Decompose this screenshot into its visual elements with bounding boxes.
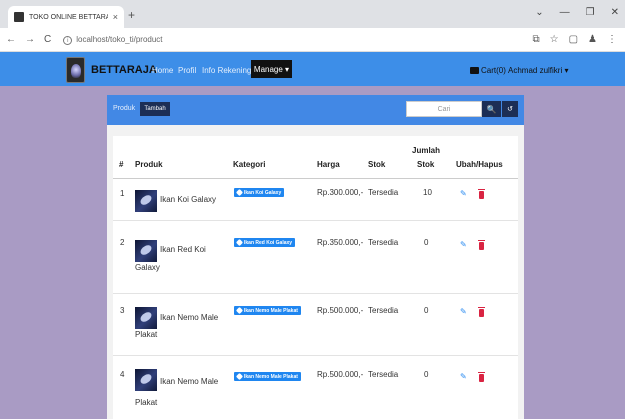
tag-icon (235, 188, 244, 197)
category-badge: Ikan Koi Galaxy (234, 188, 285, 197)
header-product: Produk (135, 160, 163, 169)
product-price: Rp.500.000,- (317, 370, 364, 379)
product-price: Rp.300.000,- (317, 188, 364, 197)
product-name: Ikan Nemo Male (160, 313, 219, 322)
browser-menu-icon[interactable]: ⋮ (607, 34, 617, 45)
user-dropdown[interactable]: Achmad zulfikri ▾ (508, 66, 568, 75)
brand-logo[interactable] (66, 57, 85, 83)
edit-icon[interactable]: ✎ (460, 190, 468, 198)
product-name: Ikan Nemo Male (160, 377, 219, 386)
reset-icon[interactable]: ↺ (502, 101, 518, 117)
header-actions: Ubah/Hapus (456, 160, 503, 169)
stock-status: Tersedia (368, 306, 399, 315)
header-stock-count-line2: Stok (417, 160, 435, 169)
product-name: Ikan Red Koi (160, 245, 206, 254)
product-thumbnail (135, 190, 157, 212)
window-controls: ⌄ — ❐ ✕ (535, 7, 619, 18)
row-number: 1 (120, 189, 125, 198)
row-divider (113, 355, 518, 356)
tab-close-icon[interactable]: × (113, 12, 118, 22)
new-tab-button[interactable]: + (128, 8, 135, 22)
category-label: Ikan Koi Galaxy (244, 189, 282, 196)
row-number: 4 (120, 370, 125, 379)
favicon-icon (14, 12, 24, 22)
site-info-icon[interactable]: i (63, 35, 73, 45)
nav-profil[interactable]: Profil (178, 66, 196, 75)
tab-title: TOKO ONLINE BETTARAJA (29, 13, 108, 21)
reload-icon[interactable]: C (44, 34, 51, 45)
url-text: localhost/toko_ti/product (76, 34, 163, 44)
forward-icon[interactable]: → (25, 34, 35, 45)
share-icon[interactable]: ⧉ (532, 34, 539, 45)
search-icon[interactable]: 🔍 (482, 101, 501, 117)
category-label: Ikan Nemo Male Plakat (244, 307, 298, 314)
url-field[interactable]: i localhost/toko_ti/product (63, 34, 163, 45)
cart-icon (470, 67, 479, 74)
header-no: # (119, 160, 124, 169)
search-input[interactable]: Cari (406, 101, 482, 117)
edit-icon[interactable]: ✎ (460, 241, 468, 249)
back-icon[interactable]: ← (6, 34, 16, 45)
stock-status: Tersedia (368, 188, 399, 197)
delete-icon[interactable] (478, 189, 485, 199)
category-label: Ikan Red Koi Galaxy (244, 239, 293, 246)
stock-count: 10 (423, 188, 432, 197)
row-number: 2 (120, 238, 125, 247)
delete-icon[interactable] (478, 372, 485, 382)
row-number: 3 (120, 306, 125, 315)
header-stock: Stok (368, 160, 386, 169)
maximize-icon[interactable]: ❐ (586, 7, 595, 18)
edit-icon[interactable]: ✎ (460, 308, 468, 316)
manage-dropdown[interactable]: Manage ▾ (251, 60, 292, 78)
product-thumbnail (135, 240, 157, 262)
browser-actions: ⧉ ☆ ▢ ♟ ⋮ (532, 34, 617, 45)
browser-tab[interactable]: TOKO ONLINE BETTARAJA × (8, 6, 124, 28)
category-badge: Ikan Nemo Male Plakat (234, 306, 301, 315)
stock-count: 0 (424, 306, 429, 315)
header-divider (113, 178, 518, 179)
minimize-icon[interactable]: — (560, 7, 570, 18)
header-stock-count-line1: Jumlah (412, 146, 441, 155)
stock-status: Tersedia (368, 238, 399, 247)
tag-icon (235, 306, 244, 315)
row-divider (113, 293, 518, 294)
delete-icon[interactable] (478, 240, 485, 250)
nav-home[interactable]: Home (152, 66, 173, 75)
row-divider (113, 220, 518, 221)
header-category: Kategori (233, 160, 266, 169)
bookmark-star-icon[interactable]: ☆ (550, 34, 559, 45)
cart-link[interactable]: Cart(0) (470, 66, 506, 75)
brand-name[interactable]: BETTARAJA (91, 64, 157, 76)
cart-label: Cart(0) (481, 66, 506, 75)
stock-count: 0 (424, 370, 429, 379)
edit-icon[interactable]: ✎ (460, 373, 468, 381)
product-thumbnail (135, 307, 157, 329)
profile-icon[interactable]: ♟ (588, 34, 597, 45)
product-name: Ikan Koi Galaxy (160, 195, 217, 204)
product-thumbnail (135, 369, 157, 391)
tag-icon (235, 238, 244, 247)
add-product-button[interactable]: Tambah (140, 102, 170, 116)
stock-count: 0 (424, 238, 429, 247)
product-name-cont: Plakat (135, 330, 158, 339)
address-bar: ← → C i localhost/toko_ti/product ⧉ ☆ ▢ ♟… (0, 28, 625, 52)
tab-search-icon[interactable]: ⌄ (535, 7, 543, 18)
product-name-cont: Galaxy (135, 263, 160, 272)
product-price: Rp.500.000,- (317, 306, 364, 315)
delete-icon[interactable] (478, 307, 485, 317)
product-price: Rp.350.000,- (317, 238, 364, 247)
header-price: Harga (317, 160, 340, 169)
category-label: Ikan Nemo Male Plakat (244, 373, 298, 380)
category-badge: Ikan Red Koi Galaxy (234, 238, 296, 247)
nav-info-rekening[interactable]: Info Rekening (202, 66, 251, 75)
category-badge: Ikan Nemo Male Plakat (234, 372, 301, 381)
close-window-icon[interactable]: ✕ (611, 7, 619, 18)
stock-status: Tersedia (368, 370, 399, 379)
browser-tab-bar: TOKO ONLINE BETTARAJA × + ⌄ — ❐ ✕ (0, 0, 625, 28)
tag-icon (235, 372, 244, 381)
reading-list-icon[interactable]: ▢ (569, 34, 578, 45)
breadcrumb: Produk (113, 105, 136, 112)
product-name-cont: Plakat (135, 398, 158, 407)
